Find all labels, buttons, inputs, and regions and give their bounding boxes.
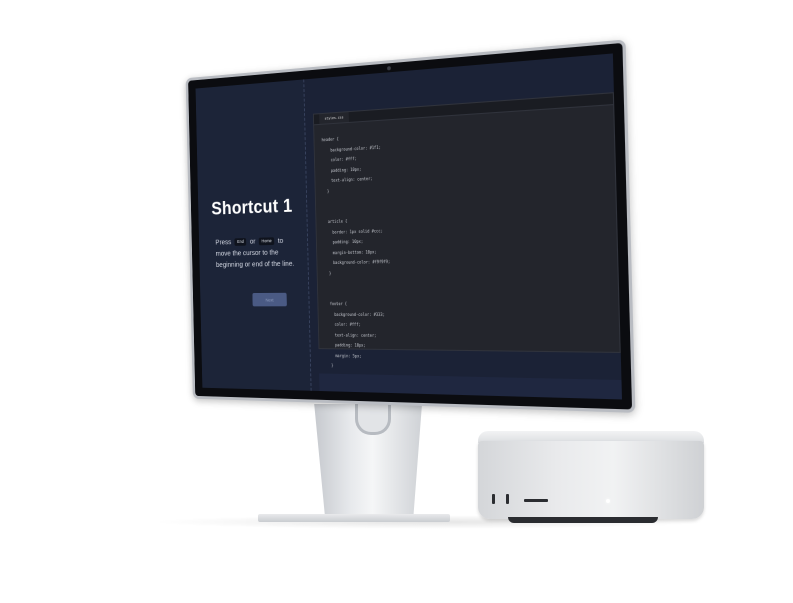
monitor-bezel: Shortcut 1 Press End or Home to move the…: [186, 39, 636, 412]
mac-studio-front: [478, 441, 704, 519]
instruction-prefix: Press: [215, 238, 231, 247]
camera-icon: [387, 66, 391, 70]
mac-studio-base: [508, 517, 658, 523]
next-button[interactable]: Next: [252, 293, 286, 307]
code-area[interactable]: header { background-color: #1f1; color: …: [321, 117, 613, 377]
lesson-title: Shortcut 1: [198, 196, 306, 221]
code-line[interactable]: footer {: [325, 298, 612, 310]
monitor: Shortcut 1 Press End or Home to move the…: [186, 39, 636, 412]
power-led-icon: [606, 499, 610, 503]
key-end: End: [235, 238, 247, 246]
code-line[interactable]: background-color: #333;: [326, 309, 613, 320]
monitor-stand-hinge: [355, 404, 391, 435]
instruction-or: or: [250, 237, 256, 246]
screen-bottom-strip: [319, 373, 622, 399]
mac-studio: [478, 431, 704, 523]
editor-tab-styles[interactable]: styles.css: [319, 112, 349, 124]
key-home: Home: [259, 237, 275, 245]
sd-card-slot: [524, 499, 548, 502]
monitor-stand-base: [258, 514, 450, 522]
monitor-screen: Shortcut 1 Press End or Home to move the…: [196, 53, 622, 399]
lesson-panel: Shortcut 1 Press End or Home to move the…: [196, 79, 312, 390]
usb-c-port: [506, 494, 509, 504]
usb-c-port: [492, 494, 495, 504]
code-editor[interactable]: styles.css header { background-color: #1…: [313, 92, 621, 353]
lesson-instruction: Press End or Home to move the cursor to …: [215, 235, 301, 271]
